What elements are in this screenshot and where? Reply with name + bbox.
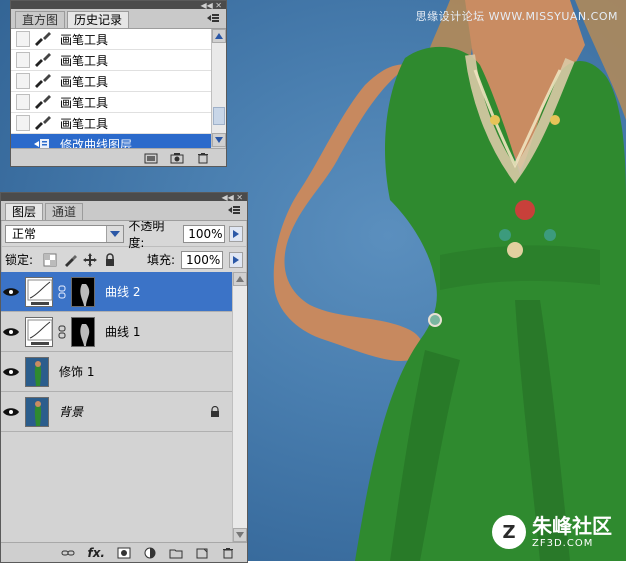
brand-logo: Z 朱峰社区 ZF3D.COM [492,515,612,549]
history-item[interactable]: 画笔工具 [11,50,211,71]
model-photo [270,0,626,561]
panel-dragbar[interactable]: ◀◀ ✕ [11,1,226,9]
lock-image-pixels-icon[interactable] [63,253,77,267]
blend-mode-select[interactable]: 正常 [5,225,124,243]
trash-icon[interactable] [221,547,235,559]
blend-mode-value: 正常 [6,226,106,242]
tab-channels[interactable]: 通道 [45,203,83,220]
brush-icon [30,30,54,48]
layers-panel: ◀◀ ✕ 图层 通道 正常 不透明度: 100% 锁定: [0,192,248,563]
chevron-down-icon[interactable] [106,226,123,242]
history-item-label: 画笔工具 [60,94,108,111]
brush-icon [30,51,54,69]
scroll-down-icon[interactable] [212,133,226,147]
create-document-from-state-icon[interactable] [144,152,158,164]
link-chain-icon[interactable] [57,325,67,339]
fill-input[interactable]: 100% [181,251,223,269]
scroll-up-icon[interactable] [212,29,226,43]
visibility-eye-icon[interactable] [1,404,21,420]
panel-menu-icon[interactable] [227,204,241,216]
history-item[interactable]: 画笔工具 [11,113,211,134]
history-item[interactable]: 画笔工具 [11,29,211,50]
history-panel: ◀◀ ✕ 直方图 历史记录 画笔工具 画笔工具 [10,0,227,167]
layer-name: 修饰 1 [59,363,94,380]
scroll-down-icon[interactable] [233,528,247,542]
create-snapshot-icon[interactable] [170,152,184,164]
lock-icons [43,253,117,267]
layer-name: 曲线 1 [105,323,140,340]
lock-transparent-pixels-icon[interactable] [43,253,57,267]
layer-thumbnail [25,397,49,427]
history-item-checkbox[interactable] [16,115,30,131]
layer-style-fx-icon[interactable]: fx. [87,546,105,560]
lock-icon [209,406,221,418]
layer-name: 背景 [59,403,83,420]
scroll-thumb[interactable] [213,107,225,125]
brand-en: ZF3D.COM [532,539,612,549]
layers-tabs: 图层 通道 [1,201,247,221]
curves-adjustment-thumbnail [25,317,53,347]
history-item-checkbox[interactable] [16,94,30,110]
opacity-input[interactable]: 100% [183,225,225,243]
history-item-label: 画笔工具 [60,31,108,48]
fill-label: 填充: [147,251,175,268]
adjustment-layer-icon[interactable] [143,547,157,559]
brand-cn: 朱峰社区 [532,516,612,536]
lock-label: 锁定: [5,251,33,268]
layers-scrollbar[interactable] [232,272,247,542]
new-layer-icon[interactable] [195,547,209,559]
opacity-slider-button[interactable] [229,226,243,242]
scroll-up-icon[interactable] [233,272,247,286]
opacity-label: 不透明度: [128,217,179,251]
tab-histogram[interactable]: 直方图 [15,11,65,28]
history-item-label: 画笔工具 [60,52,108,69]
layer-mask-thumbnail [71,277,95,307]
layers-footer: fx. [1,542,247,562]
layer-row-curves-1[interactable]: 曲线 1 [1,312,233,352]
visibility-eye-icon[interactable] [1,364,21,380]
brush-icon [30,114,54,132]
lock-fill-row: 锁定: 填充: 100% [1,247,247,273]
brand-text: 朱峰社区 ZF3D.COM [532,516,612,549]
lock-position-icon[interactable] [83,253,97,267]
layer-mask-thumbnail [71,317,95,347]
history-item[interactable]: 画笔工具 [11,92,211,113]
layer-row-retouch-1[interactable]: 修饰 1 [1,352,233,392]
history-item-checkbox[interactable] [16,31,30,47]
panel-dragbar[interactable]: ◀◀ ✕ [1,193,247,201]
layers-controls-row: 正常 不透明度: 100% [1,221,247,247]
history-scrollbar[interactable] [211,29,226,147]
curves-adjustment-thumbnail [25,277,53,307]
visibility-eye-icon[interactable] [1,284,21,300]
history-tabs: 直方图 历史记录 [11,9,226,29]
lock-all-icon[interactable] [103,253,117,267]
history-item-checkbox[interactable] [16,73,30,89]
layer-row-curves-2[interactable]: 曲线 2 [1,272,233,312]
brush-icon [30,93,54,111]
watermark-text: 思缘设计论坛 WWW.MISSYUAN.COM [416,8,618,24]
link-chain-icon[interactable] [57,285,67,299]
visibility-eye-icon[interactable] [1,324,21,340]
trash-icon[interactable] [196,152,210,164]
history-item[interactable]: 画笔工具 [11,71,211,92]
link-layers-icon[interactable] [61,547,75,559]
brand-mark-icon: Z [492,515,526,549]
fill-slider-button[interactable] [229,252,243,268]
tab-history[interactable]: 历史记录 [67,11,129,28]
history-item-checkbox[interactable] [16,52,30,68]
layer-name: 曲线 2 [105,283,140,300]
layer-list: 曲线 2 曲线 1 [1,272,233,542]
ring [429,314,441,326]
tab-layers[interactable]: 图层 [5,203,43,220]
history-item-label: 画笔工具 [60,73,108,90]
history-list: 画笔工具 画笔工具 画笔工具 画笔工具 [11,29,211,147]
brush-icon [30,72,54,90]
history-footer [11,148,226,166]
add-mask-icon[interactable] [117,547,131,559]
history-item-label: 画笔工具 [60,115,108,132]
layer-thumbnail [25,357,49,387]
new-group-icon[interactable] [169,547,183,559]
panel-menu-icon[interactable] [206,12,220,24]
layer-row-background[interactable]: 背景 [1,392,233,432]
